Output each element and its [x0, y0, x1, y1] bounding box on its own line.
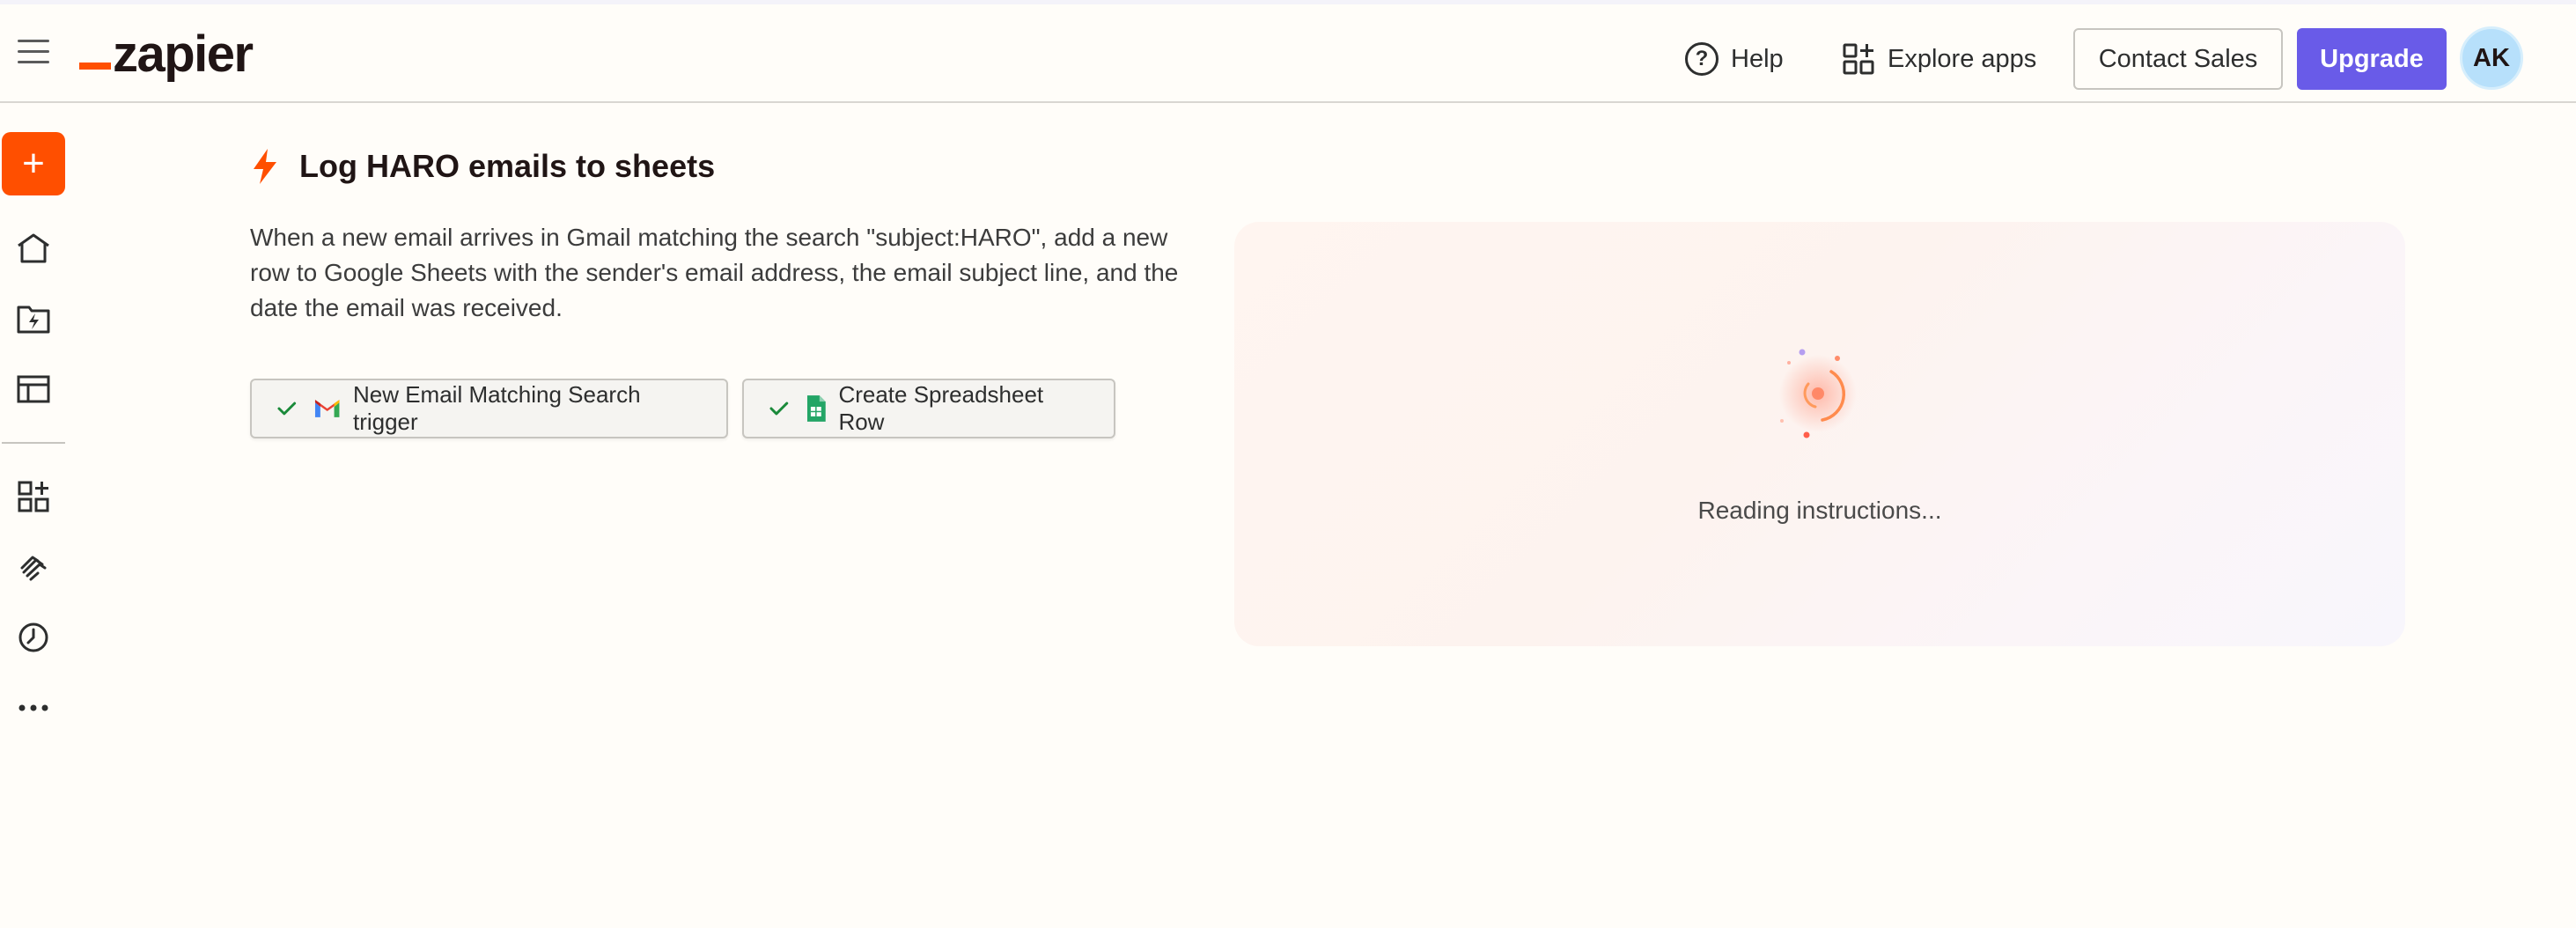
ai-status-panel: Reading instructions...	[1234, 222, 2405, 646]
page-title: Log HARO emails to sheets	[299, 148, 716, 184]
avatar[interactable]: AK	[2460, 26, 2523, 90]
zap-description: When a new email arrives in Gmail matchi…	[250, 224, 1179, 321]
sidebar: +	[0, 105, 69, 928]
menu-icon[interactable]	[18, 40, 49, 66]
history-icon[interactable]	[15, 619, 52, 656]
apps-grid-icon	[1843, 43, 1874, 75]
home-icon[interactable]	[15, 230, 52, 267]
status-text: Reading instructions...	[1697, 497, 1942, 524]
gmail-icon	[314, 400, 340, 417]
logo-underscore	[79, 63, 111, 70]
help-label: Help	[1731, 44, 1784, 73]
more-icon[interactable]	[15, 689, 52, 726]
zap-title-row: Log HARO emails to sheets	[250, 148, 715, 185]
step-label: Create Spreadsheet Row	[838, 381, 1044, 435]
interfaces-icon[interactable]	[15, 549, 52, 586]
google-sheets-icon	[806, 395, 826, 422]
tables-icon[interactable]	[15, 371, 52, 408]
contact-sales-button[interactable]: Contact Sales	[2073, 28, 2283, 90]
zaps-icon[interactable]	[15, 300, 52, 337]
bolt-icon	[254, 149, 276, 184]
top-header: zapier ? Help Explore apps Contact Sales…	[0, 4, 2576, 103]
sidebar-divider	[2, 442, 65, 444]
step-chip-trigger[interactable]: New Email Matching Search trigger	[250, 379, 728, 438]
apps-icon[interactable]	[15, 478, 52, 515]
step-chip-action[interactable]: Create Spreadsheet Row	[742, 379, 1115, 438]
loading-spinner-icon	[1779, 349, 1857, 438]
check-icon	[769, 401, 789, 416]
zapier-logo[interactable]: zapier	[79, 24, 254, 85]
help-icon: ?	[1685, 42, 1719, 76]
create-button[interactable]: +	[2, 132, 65, 195]
explore-apps-label: Explore apps	[1888, 44, 2037, 73]
explore-apps-button[interactable]: Explore apps	[1842, 38, 2036, 80]
upgrade-button[interactable]: Upgrade	[2297, 28, 2447, 90]
step-label: New Email Matching Search trigger	[352, 381, 641, 435]
check-icon	[277, 401, 297, 416]
logo-text: zapier	[113, 26, 254, 83]
help-button[interactable]: ? Help	[1685, 38, 1784, 80]
